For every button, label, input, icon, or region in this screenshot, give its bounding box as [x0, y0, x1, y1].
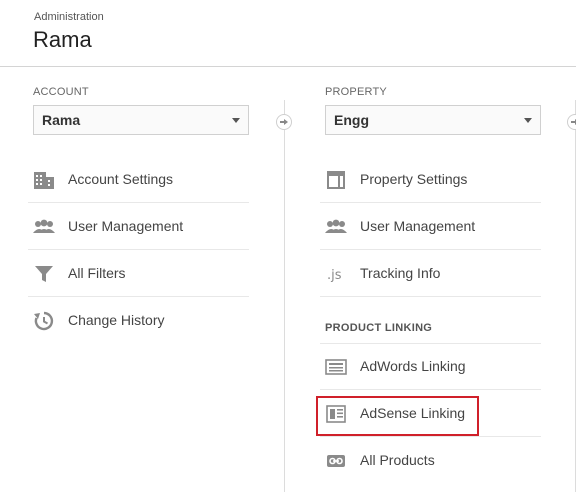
highlight-box: [316, 396, 479, 436]
property-settings-label: Property Settings: [360, 171, 468, 187]
column-divider: [284, 100, 285, 492]
property-settings-item[interactable]: Property Settings: [320, 157, 541, 203]
adwords-linking-label: AdWords Linking: [360, 358, 466, 374]
arrow-right-icon: [276, 114, 292, 130]
all-products-item[interactable]: All Products: [320, 438, 541, 484]
tracking-info-item[interactable]: .js Tracking Info: [320, 251, 541, 297]
history-icon: [33, 310, 55, 332]
filter-icon: [33, 263, 55, 285]
account-settings-item[interactable]: Account Settings: [28, 157, 249, 203]
property-user-management-label: User Management: [360, 218, 476, 234]
page-title: Rama: [33, 27, 92, 52]
admin-header: Administration Rama: [0, 0, 576, 67]
link-icon: [325, 450, 347, 472]
account-settings-label: Account Settings: [68, 171, 174, 187]
svg-text:.js: .js: [327, 268, 342, 283]
users-icon: [33, 216, 55, 238]
adwords-linking-item[interactable]: AdWords Linking: [320, 344, 541, 390]
property-user-management-item[interactable]: User Management: [320, 204, 541, 250]
account-column-label: ACCOUNT: [33, 86, 89, 98]
all-products-label: All Products: [360, 452, 435, 468]
arrow-right-icon: [567, 114, 576, 130]
all-filters-item[interactable]: All Filters: [28, 251, 249, 297]
tracking-info-label: Tracking Info: [360, 265, 441, 281]
admin-section-label: Administration: [34, 11, 104, 23]
account-select-value: Rama: [42, 112, 81, 128]
account-user-management-item[interactable]: User Management: [28, 204, 249, 250]
property-column-label: PROPERTY: [325, 86, 387, 98]
property-select[interactable]: Engg: [325, 105, 541, 135]
chevron-down-icon: [524, 118, 532, 123]
chevron-down-icon: [232, 118, 240, 123]
js-icon: .js: [325, 263, 347, 285]
account-user-management-label: User Management: [68, 218, 184, 234]
users-icon: [325, 216, 347, 238]
product-linking-heading: PRODUCT LINKING: [325, 322, 433, 334]
account-select[interactable]: Rama: [33, 105, 249, 135]
building-icon: [33, 169, 55, 191]
layout-icon: [325, 169, 347, 191]
change-history-item[interactable]: Change History: [28, 298, 249, 344]
adwords-icon: [325, 356, 347, 378]
property-select-value: Engg: [334, 112, 369, 128]
all-filters-label: All Filters: [68, 265, 126, 281]
change-history-label: Change History: [68, 312, 165, 328]
